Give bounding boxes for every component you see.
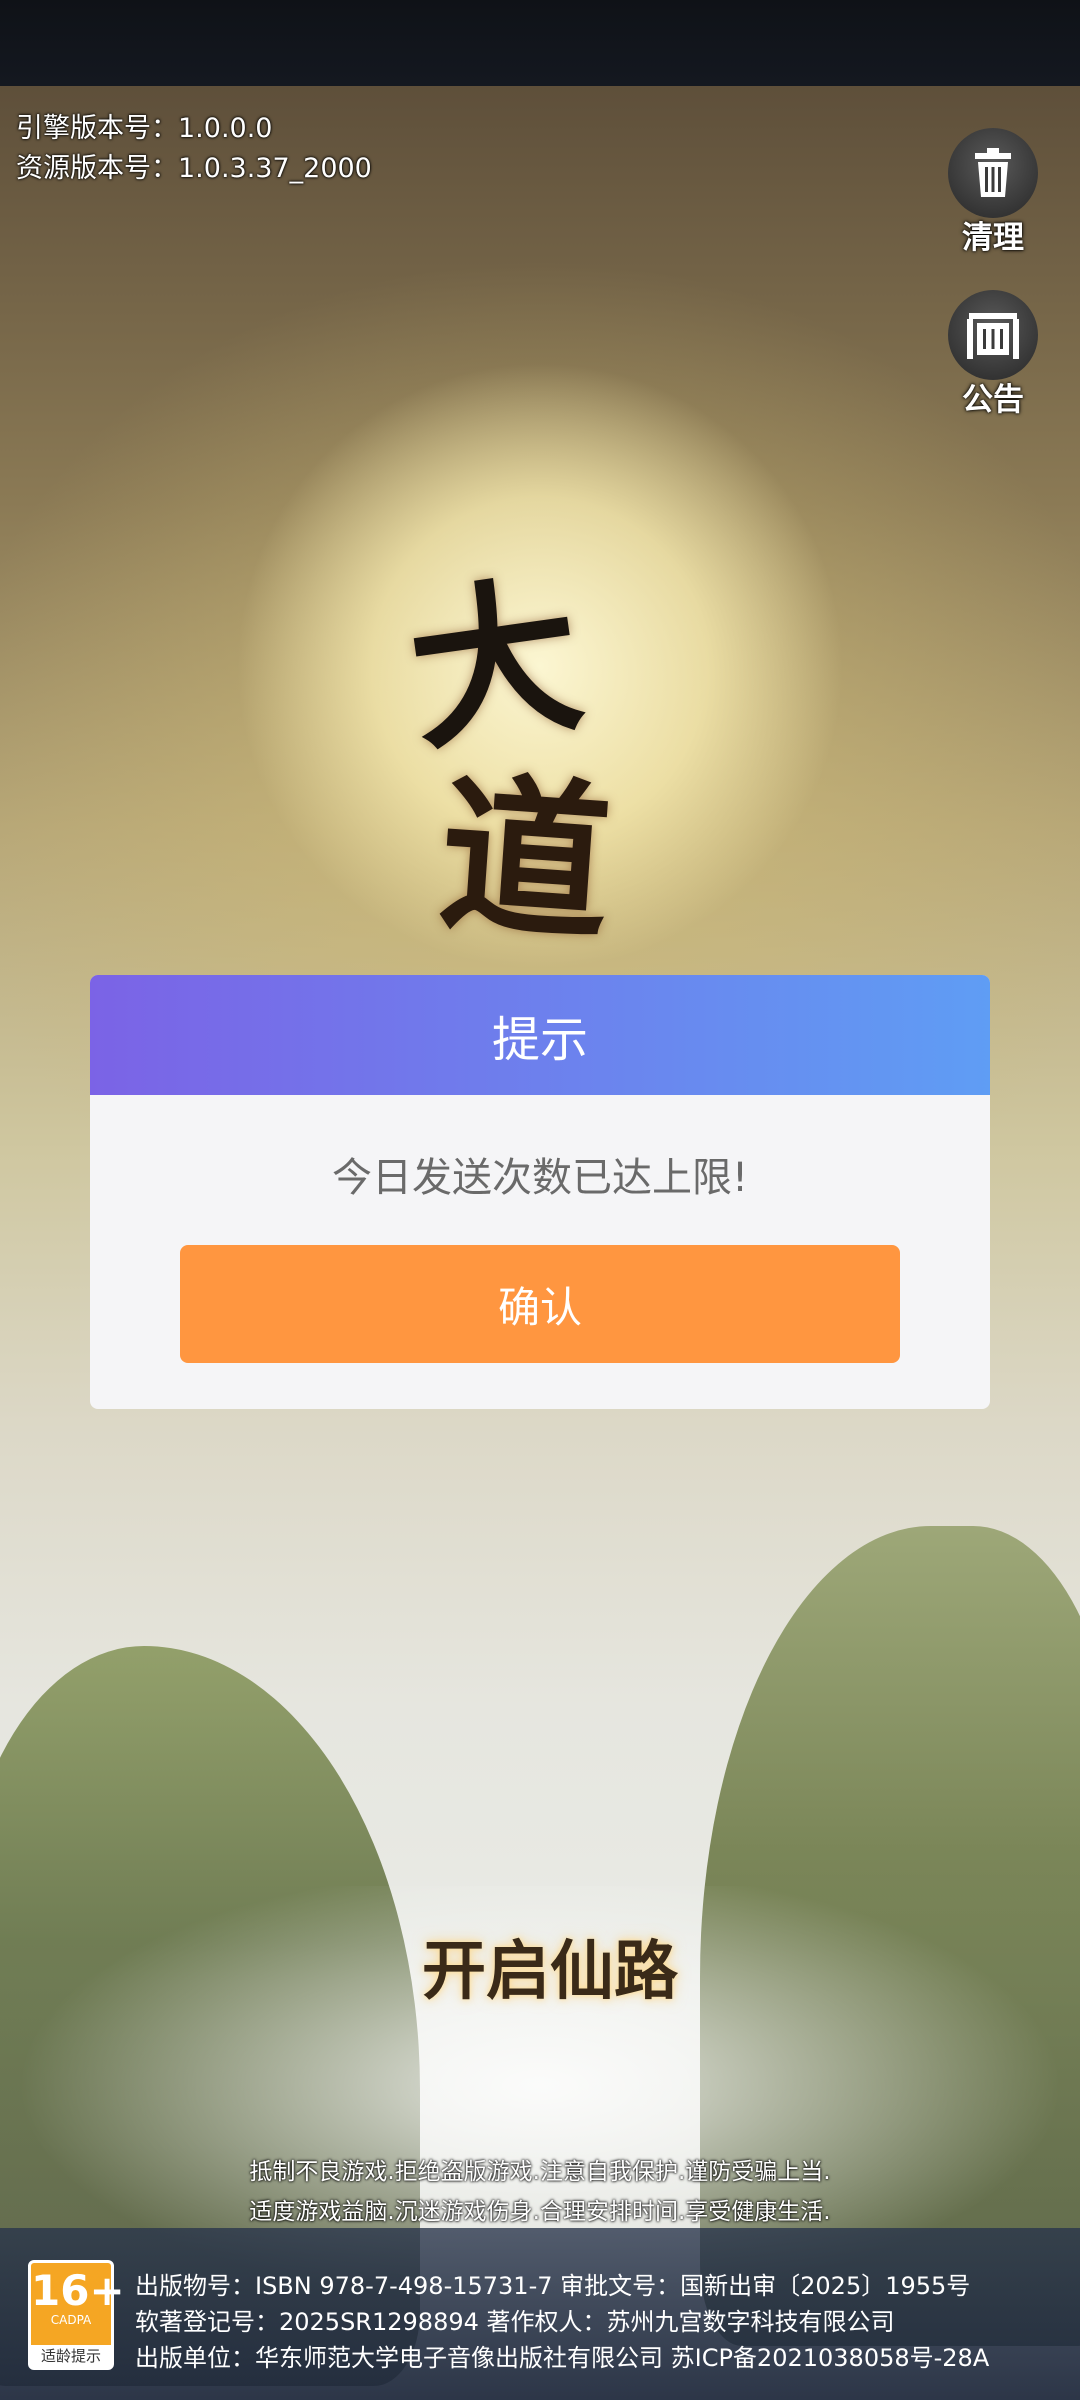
notice-board-icon — [948, 290, 1038, 380]
slogan-logo: 开启仙路 — [422, 1934, 678, 2009]
age-rating-badge[interactable]: 16+ CADPA 适龄提示 — [28, 2260, 125, 2370]
age-rating-value: 16+ — [31, 2266, 125, 2315]
publication-info-line-2: 软著登记号：2025SR1298894 著作权人：苏州九宫数字科技有限公司 — [135, 2308, 895, 2336]
title-char-1: 大 — [397, 554, 594, 776]
game-title-calligraphy: 大 道 — [397, 554, 660, 980]
alert-dialog: 提示 今日发送次数已达上限! 确认 — [90, 975, 990, 1409]
resource-version: 资源版本号：1.0.3.37_2000 — [16, 153, 372, 184]
age-rating-tip: 适龄提示 — [31, 2345, 111, 2367]
dialog-message: 今日发送次数已达上限! — [331, 1155, 749, 1201]
clean-button[interactable]: 清理 — [938, 128, 1048, 257]
engine-version: 引擎版本号：1.0.0.0 — [16, 113, 273, 144]
publication-info-line-3[interactable]: 出版单位：华东师范大学电子音像出版社有限公司 苏ICP备2021038058号-… — [135, 2338, 989, 2373]
status-bar — [0, 0, 1080, 86]
notice-label: 公告 — [962, 382, 1024, 418]
title-char-2: 道 — [433, 753, 617, 966]
publication-info-line-1: 出版物号：ISBN 978-7-498-15731-7 审批文号：国新出审〔20… — [135, 2272, 971, 2300]
clean-label: 清理 — [962, 220, 1024, 256]
age-rating-org: CADPA — [50, 2313, 92, 2327]
confirm-button[interactable]: 确认 — [180, 1245, 900, 1363]
notice-button[interactable]: 公告 — [938, 290, 1048, 419]
dialog-title: 提示 — [90, 975, 990, 1095]
trash-icon — [948, 128, 1038, 218]
health-advisory-line-2: 适度游戏益脑.沉迷游戏伤身.合理安排时间.享受健康生活. — [249, 2199, 831, 2225]
health-advisory-line-1: 抵制不良游戏.拒绝盗版游戏.注意自我保护.谨防受骗上当. — [249, 2159, 831, 2185]
